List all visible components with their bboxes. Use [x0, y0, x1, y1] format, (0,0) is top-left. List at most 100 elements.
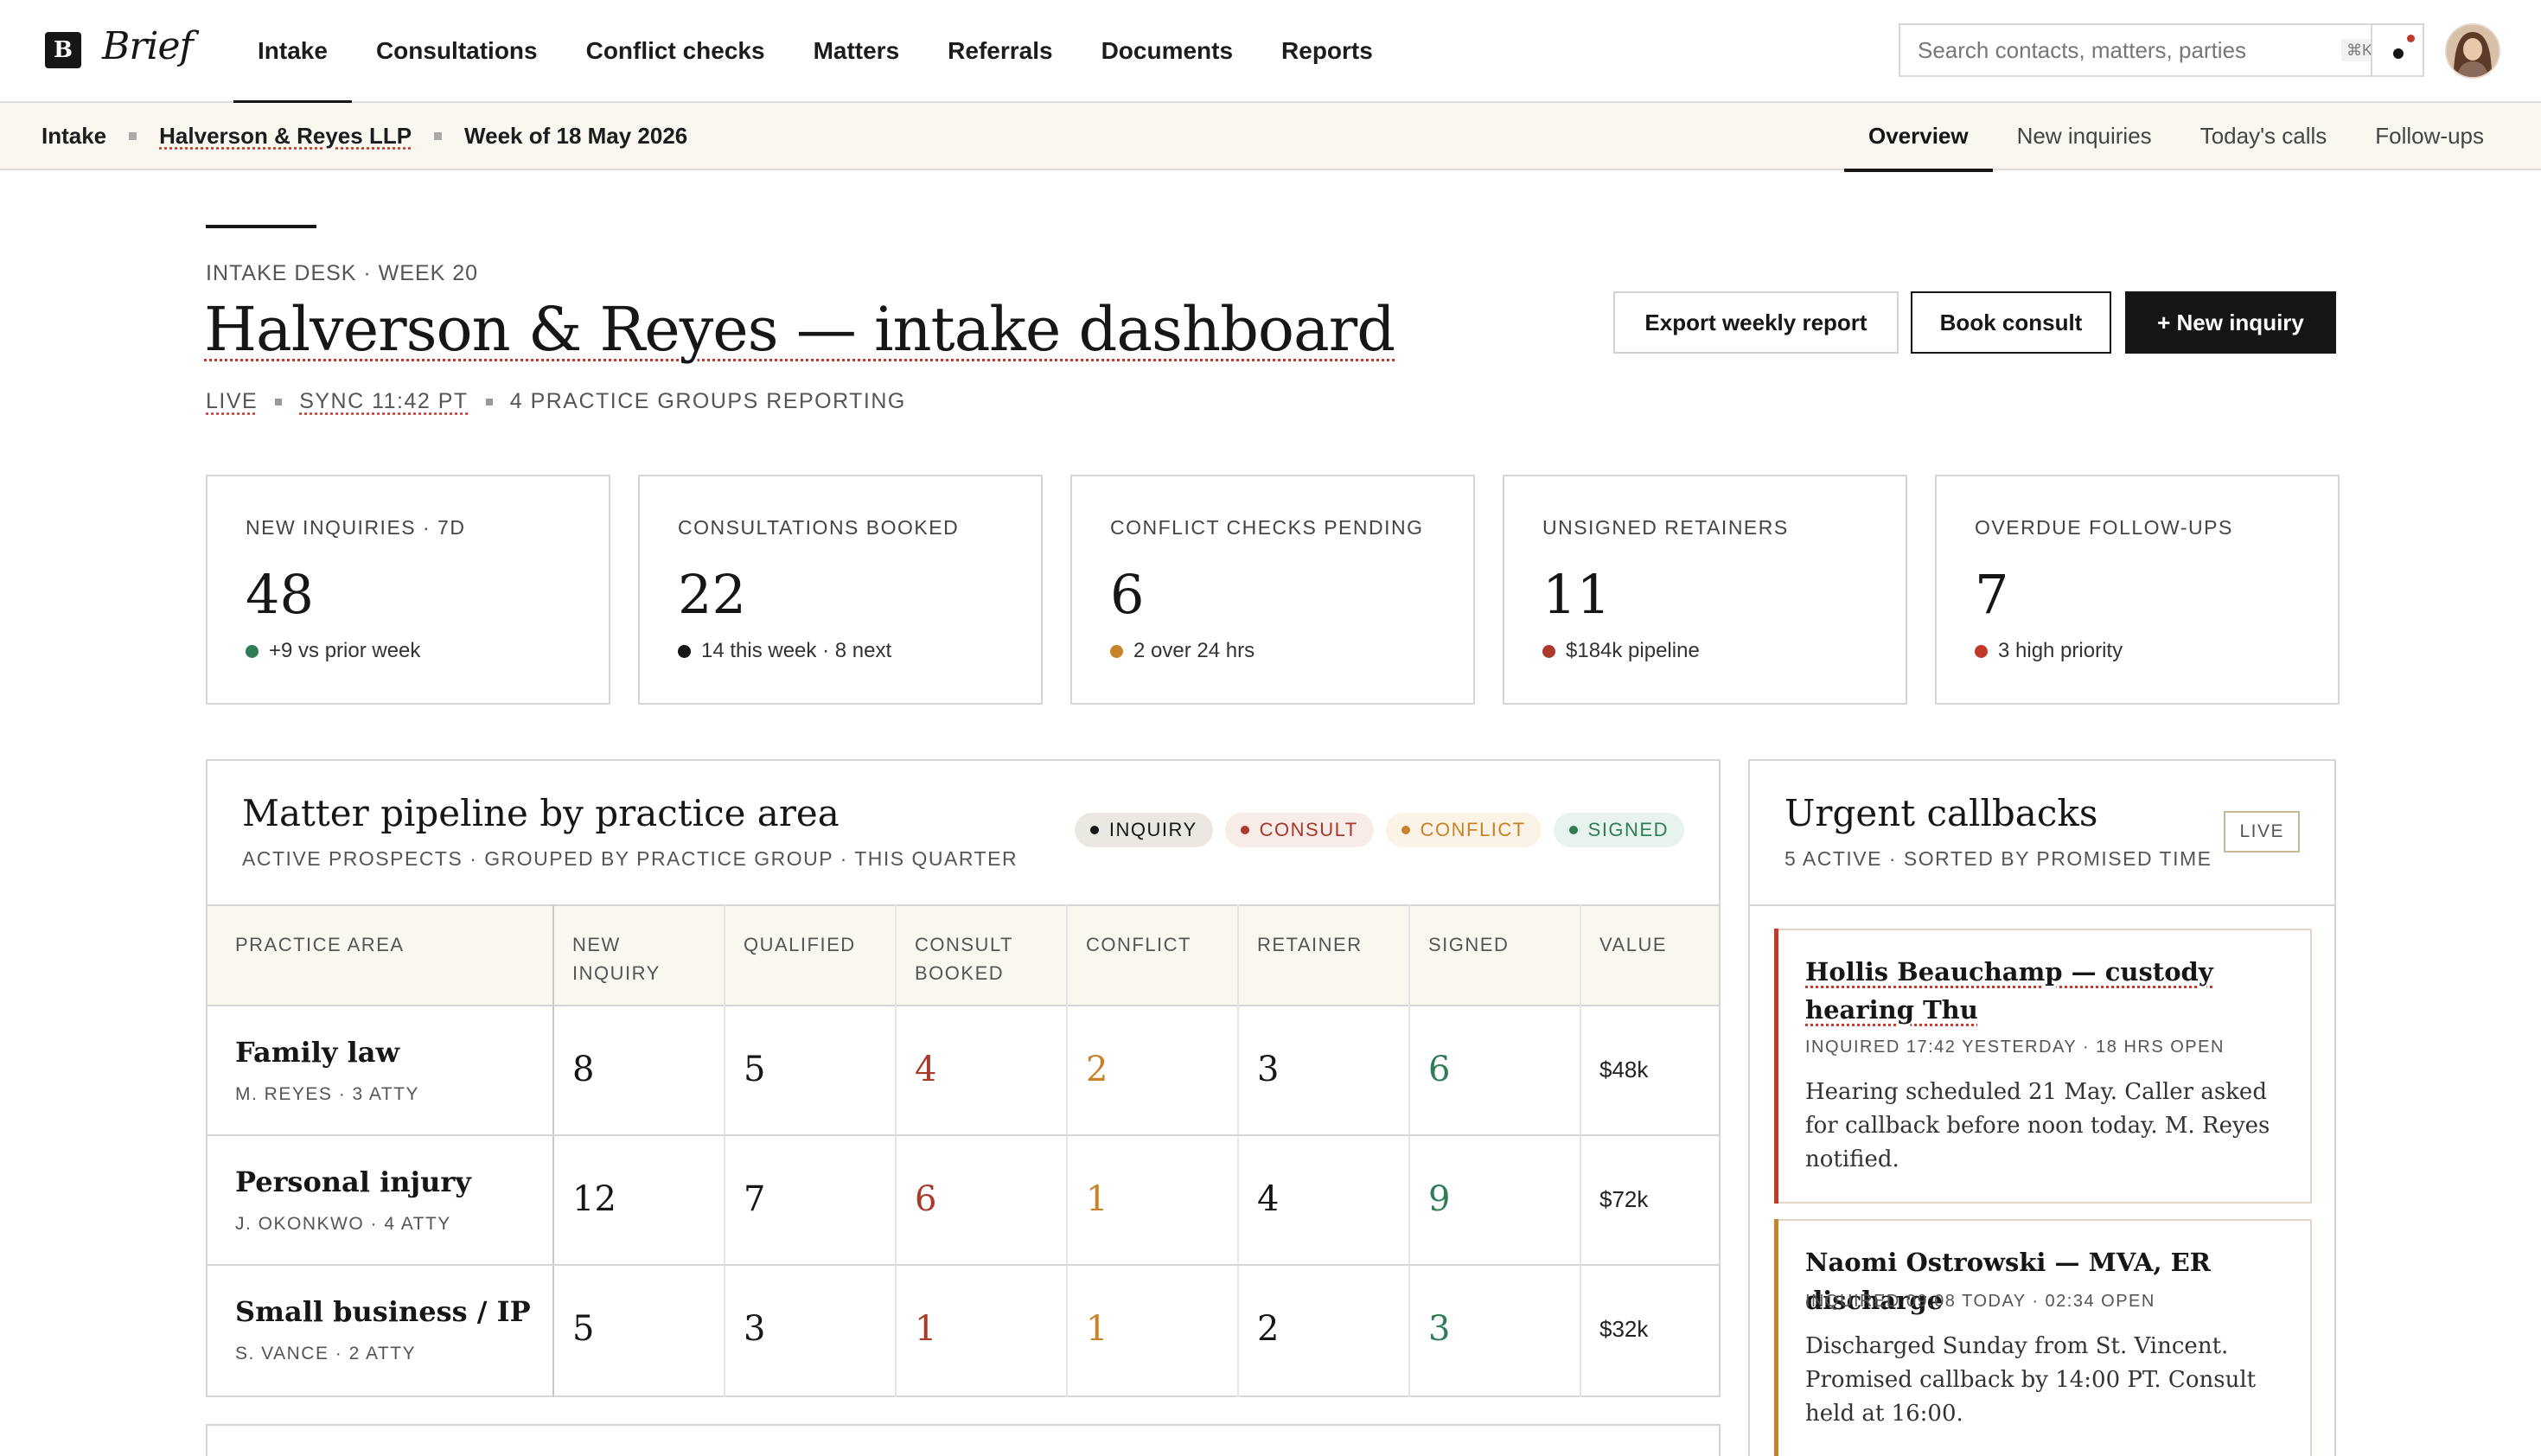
brand-logo-mark[interactable]: B [45, 32, 81, 68]
pipeline-panel: Matter pipeline by practice area ACTIVE … [206, 759, 1721, 1397]
sync-time: SYNC 11:42 PT [299, 389, 469, 413]
stat-card-new-inquiries[interactable]: NEW INQUIRIES · 7D 48 +9 vs prior week [206, 475, 610, 705]
stat-card-conflict-checks[interactable]: CONFLICT CHECKS PENDING 6 2 over 24 hrs [1070, 475, 1475, 705]
top-navigation: B Brief Intake Consultations Conflict ch… [0, 0, 2541, 105]
callback-card[interactable]: Naomi Ostrowski — MVA, ER discharge INQU… [1774, 1219, 2312, 1456]
cell-new-inquiry: 8 [572, 1050, 595, 1089]
tab-overview[interactable]: Overview [1843, 103, 1993, 172]
legend-dot [1240, 826, 1249, 834]
cell-consult-booked: 6 [915, 1179, 937, 1219]
status-dot [1975, 644, 1988, 658]
stat-label: OVERDUE FOLLOW-UPS [1975, 516, 2233, 539]
nav-documents[interactable]: Documents [1077, 0, 1257, 103]
legend-consult[interactable]: CONSULT [1224, 813, 1374, 847]
stat-label: UNSIGNED RETAINERS [1542, 516, 1789, 539]
legend-label: CONSULT [1259, 819, 1358, 840]
cell-retainer: 2 [1257, 1309, 1280, 1349]
callback-title: Hollis Beauchamp — custody hearing Thu [1805, 953, 2289, 1029]
status-dot [1542, 644, 1555, 658]
cell-signed: 6 [1428, 1050, 1451, 1089]
user-avatar[interactable] [2445, 23, 2500, 79]
next-panel-edge [206, 1424, 1721, 1456]
panel-divider [1750, 904, 2334, 906]
cell-value: $48k [1599, 1057, 1649, 1082]
unread-indicator [2407, 35, 2415, 42]
practice-area-name: Small business / IP [235, 1295, 531, 1328]
search-input[interactable]: Search contacts, matters, parties ⌘K [1899, 23, 2393, 77]
callback-meta: INQUIRED 17:42 YESTERDAY · 18 HRS OPEN [1805, 1038, 2225, 1057]
stat-card-overdue-follow-ups[interactable]: OVERDUE FOLLOW-UPS 7 3 high priority [1935, 475, 2340, 705]
table-row[interactable]: Family law M. REYES · 3 ATTY 8 5 4 2 3 6… [207, 1006, 1719, 1136]
stat-note-text: +9 vs prior week [269, 639, 421, 662]
cell-new-inquiry: 5 [572, 1309, 595, 1349]
stat-note: 3 high priority [1975, 639, 2123, 663]
stat-value: 22 [678, 563, 746, 626]
breadcrumb-firm[interactable]: Halverson & Reyes LLP [159, 123, 412, 150]
col-qualified[interactable]: QUALIFIED [744, 930, 882, 959]
meta-separator [275, 398, 283, 406]
legend-label: INQUIRY [1108, 819, 1197, 840]
breadcrumb-period: Week of 18 May 2026 [464, 122, 688, 149]
cell-conflict: 1 [1086, 1179, 1108, 1219]
pipeline-title: Matter pipeline by practice area [242, 792, 840, 834]
new-inquiry-button[interactable]: + New inquiry [2125, 291, 2336, 354]
pipeline-subtitle: ACTIVE PROSPECTS · GROUPED BY PRACTICE G… [242, 847, 1018, 870]
tab-follow-ups[interactable]: Follow-ups [2351, 103, 2508, 170]
col-retainer[interactable]: RETAINER [1257, 930, 1395, 959]
export-report-button[interactable]: Export weekly report [1613, 291, 1899, 354]
stage-legend: INQUIRY CONSULT CONFLICT SIGNED [1074, 813, 1684, 847]
legend-label: CONFLICT [1420, 819, 1526, 840]
header-rule [206, 225, 316, 228]
nav-referrals[interactable]: Referrals [923, 0, 1076, 103]
stat-value: 7 [1975, 563, 2009, 626]
priority-accent [1774, 929, 1778, 1204]
practice-lead: J. OKONKWO · 4 ATTY [235, 1214, 451, 1234]
table-row[interactable]: Personal injury J. OKONKWO · 4 ATTY 12 7… [207, 1136, 1719, 1266]
stat-label: CONFLICT CHECKS PENDING [1110, 516, 1424, 539]
col-consult-booked[interactable]: CONSULT BOOKED [915, 930, 1036, 987]
breadcrumb-separator [129, 131, 137, 140]
legend-signed[interactable]: SIGNED [1553, 813, 1684, 847]
stat-card-unsigned-retainers[interactable]: UNSIGNED RETAINERS 11 $184k pipeline [1503, 475, 1907, 705]
stat-note-text: 2 over 24 hrs [1133, 639, 1255, 662]
nav-consultations[interactable]: Consultations [352, 0, 562, 103]
page-title: Halverson & Reyes — intake dashboard [204, 294, 1395, 365]
book-consult-button[interactable]: Book consult [1911, 291, 2111, 354]
practice-area-name: Family law [235, 1036, 400, 1069]
nav-conflict-checks[interactable]: Conflict checks [562, 0, 789, 103]
nav-matters[interactable]: Matters [789, 0, 924, 103]
legend-label: SIGNED [1587, 819, 1669, 840]
stat-card-consultations-booked[interactable]: CONSULTATIONS BOOKED 22 14 this week · 8… [638, 475, 1043, 705]
col-conflict[interactable]: CONFLICT [1086, 930, 1224, 959]
col-new-inquiry[interactable]: NEW INQUIRY [572, 930, 702, 987]
cell-new-inquiry: 12 [572, 1179, 616, 1219]
tab-todays-calls[interactable]: Today's calls [2176, 103, 2352, 170]
cell-qualified: 5 [744, 1050, 766, 1089]
col-practice-area[interactable]: PRACTICE AREA [235, 930, 405, 959]
legend-conflict[interactable]: CONFLICT [1385, 813, 1542, 847]
nav-reports[interactable]: Reports [1257, 0, 1397, 103]
breadcrumb-intake[interactable]: Intake [41, 123, 106, 150]
callback-card[interactable]: Hollis Beauchamp — custody hearing Thu I… [1774, 929, 2312, 1204]
live-badge: LIVE [2224, 811, 2300, 853]
table-header: PRACTICE AREA NEW INQUIRY QUALIFIED CONS… [207, 904, 1719, 1006]
cell-value: $72k [1599, 1186, 1649, 1212]
urgent-subtitle: 5 ACTIVE · SORTED BY PROMISED TIME [1784, 847, 2212, 870]
legend-inquiry[interactable]: INQUIRY [1074, 813, 1213, 847]
table-row[interactable]: Small business / IP S. VANCE · 2 ATTY 5 … [207, 1266, 1719, 1395]
cell-signed: 9 [1428, 1179, 1451, 1219]
urgent-callbacks-panel: Urgent callbacks 5 ACTIVE · SORTED BY PR… [1748, 759, 2336, 1456]
callback-meta: INQUIRED 09:08 TODAY · 02:34 OPEN [1805, 1292, 2155, 1311]
notifications-button[interactable] [2371, 23, 2424, 77]
live-indicator: LIVE [206, 389, 259, 413]
col-signed[interactable]: SIGNED [1428, 930, 1567, 959]
col-value[interactable]: VALUE [1599, 930, 1703, 959]
tab-new-inquiries[interactable]: New inquiries [1993, 103, 2176, 170]
callback-title-text: Hollis Beauchamp — custody hearing Thu [1805, 957, 2213, 1025]
page-meta: LIVE SYNC 11:42 PT 4 PRACTICE GROUPS REP… [206, 389, 906, 414]
brand-name[interactable]: Brief [102, 24, 194, 68]
urgent-title: Urgent callbacks [1784, 792, 2098, 834]
nav-intake[interactable]: Intake [233, 0, 352, 105]
main-nav: Intake Consultations Conflict checks Mat… [233, 0, 1397, 105]
status-dot [1110, 644, 1123, 658]
